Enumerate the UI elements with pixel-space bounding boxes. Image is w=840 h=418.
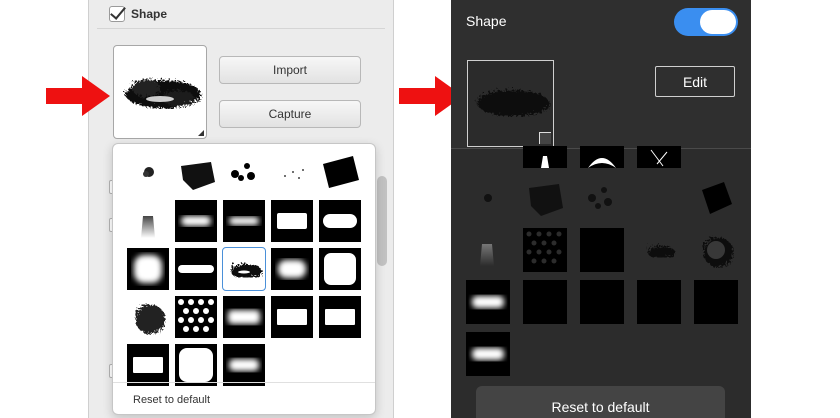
dropdown-corner-icon	[539, 132, 551, 144]
shape-tile[interactable]	[271, 200, 313, 242]
import-button[interactable]: Import	[219, 56, 361, 84]
shape-tile[interactable]	[223, 344, 265, 386]
shape-tile[interactable]	[466, 332, 510, 376]
shape-tile[interactable]	[523, 280, 567, 324]
shape-tile[interactable]	[580, 176, 624, 220]
shape-tile[interactable]	[271, 296, 313, 338]
edit-button[interactable]: Edit	[655, 66, 735, 97]
shape-tile[interactable]	[127, 152, 169, 194]
brush-shape-thumbnail	[123, 77, 199, 106]
shape-tile[interactable]	[319, 152, 361, 194]
shape-tile[interactable]	[223, 200, 265, 242]
capture-button[interactable]: Capture	[219, 100, 361, 128]
reset-to-default-button[interactable]: Reset to default	[476, 386, 725, 418]
shape-tile[interactable]	[319, 296, 361, 338]
shape-tile[interactable]	[223, 152, 265, 194]
shape-tile[interactable]	[694, 176, 738, 220]
brush-shape-preview[interactable]	[467, 60, 554, 147]
shape-tile[interactable]	[694, 280, 738, 324]
shape-tile[interactable]	[127, 344, 169, 386]
reset-to-default-link[interactable]: Reset to default	[133, 394, 210, 406]
shape-tile[interactable]	[523, 176, 567, 220]
shape-tile[interactable]	[637, 280, 681, 324]
shape-tile[interactable]	[694, 228, 738, 272]
shape-toggle[interactable]	[674, 8, 738, 36]
shape-tile[interactable]	[271, 152, 313, 194]
toggle-knob	[700, 10, 736, 34]
shape-label: Shape	[131, 7, 168, 21]
shape-tile[interactable]	[637, 146, 681, 168]
shape-tile[interactable]	[523, 146, 567, 168]
dropdown-corner-icon	[198, 130, 204, 136]
shape-tile[interactable]	[175, 344, 217, 386]
shape-tile[interactable]	[580, 146, 624, 168]
ipad-shape-panel: Shape Edit Reset to default	[451, 0, 751, 418]
shape-picker-popover: Reset to default	[112, 143, 376, 415]
shape-tile[interactable]	[637, 228, 681, 272]
shape-tile[interactable]	[523, 228, 567, 272]
shape-row: Shape	[109, 4, 167, 24]
shape-tile[interactable]	[466, 176, 510, 220]
divider	[113, 382, 375, 383]
shape-tile[interactable]	[175, 152, 217, 194]
red-arrow-icon	[46, 76, 110, 116]
divider	[97, 28, 385, 29]
shape-tile[interactable]	[319, 248, 361, 290]
shape-label: Shape	[466, 13, 507, 29]
shape-tile[interactable]	[127, 248, 169, 290]
shape-tile[interactable]	[175, 296, 217, 338]
scrollbar-thumb[interactable]	[377, 176, 387, 266]
shape-checkbox[interactable]	[109, 6, 125, 22]
shape-tile[interactable]	[175, 200, 217, 242]
shape-tile[interactable]	[580, 280, 624, 324]
shape-tile-selected[interactable]	[222, 247, 266, 291]
shape-tile[interactable]	[175, 248, 217, 290]
shape-tile[interactable]	[466, 228, 510, 272]
comparison-stage: Shape Import Capture Reset to default Sh…	[0, 0, 840, 418]
shape-tile[interactable]	[580, 228, 624, 272]
shape-tile[interactable]	[271, 248, 313, 290]
shape-tile[interactable]	[466, 280, 510, 324]
shape-tile[interactable]	[127, 200, 169, 242]
shape-tile[interactable]	[127, 296, 169, 338]
brush-shape-preview[interactable]	[113, 45, 207, 139]
shape-tile[interactable]	[319, 200, 361, 242]
shape-tile[interactable]	[637, 176, 681, 220]
shape-tile[interactable]	[223, 296, 265, 338]
